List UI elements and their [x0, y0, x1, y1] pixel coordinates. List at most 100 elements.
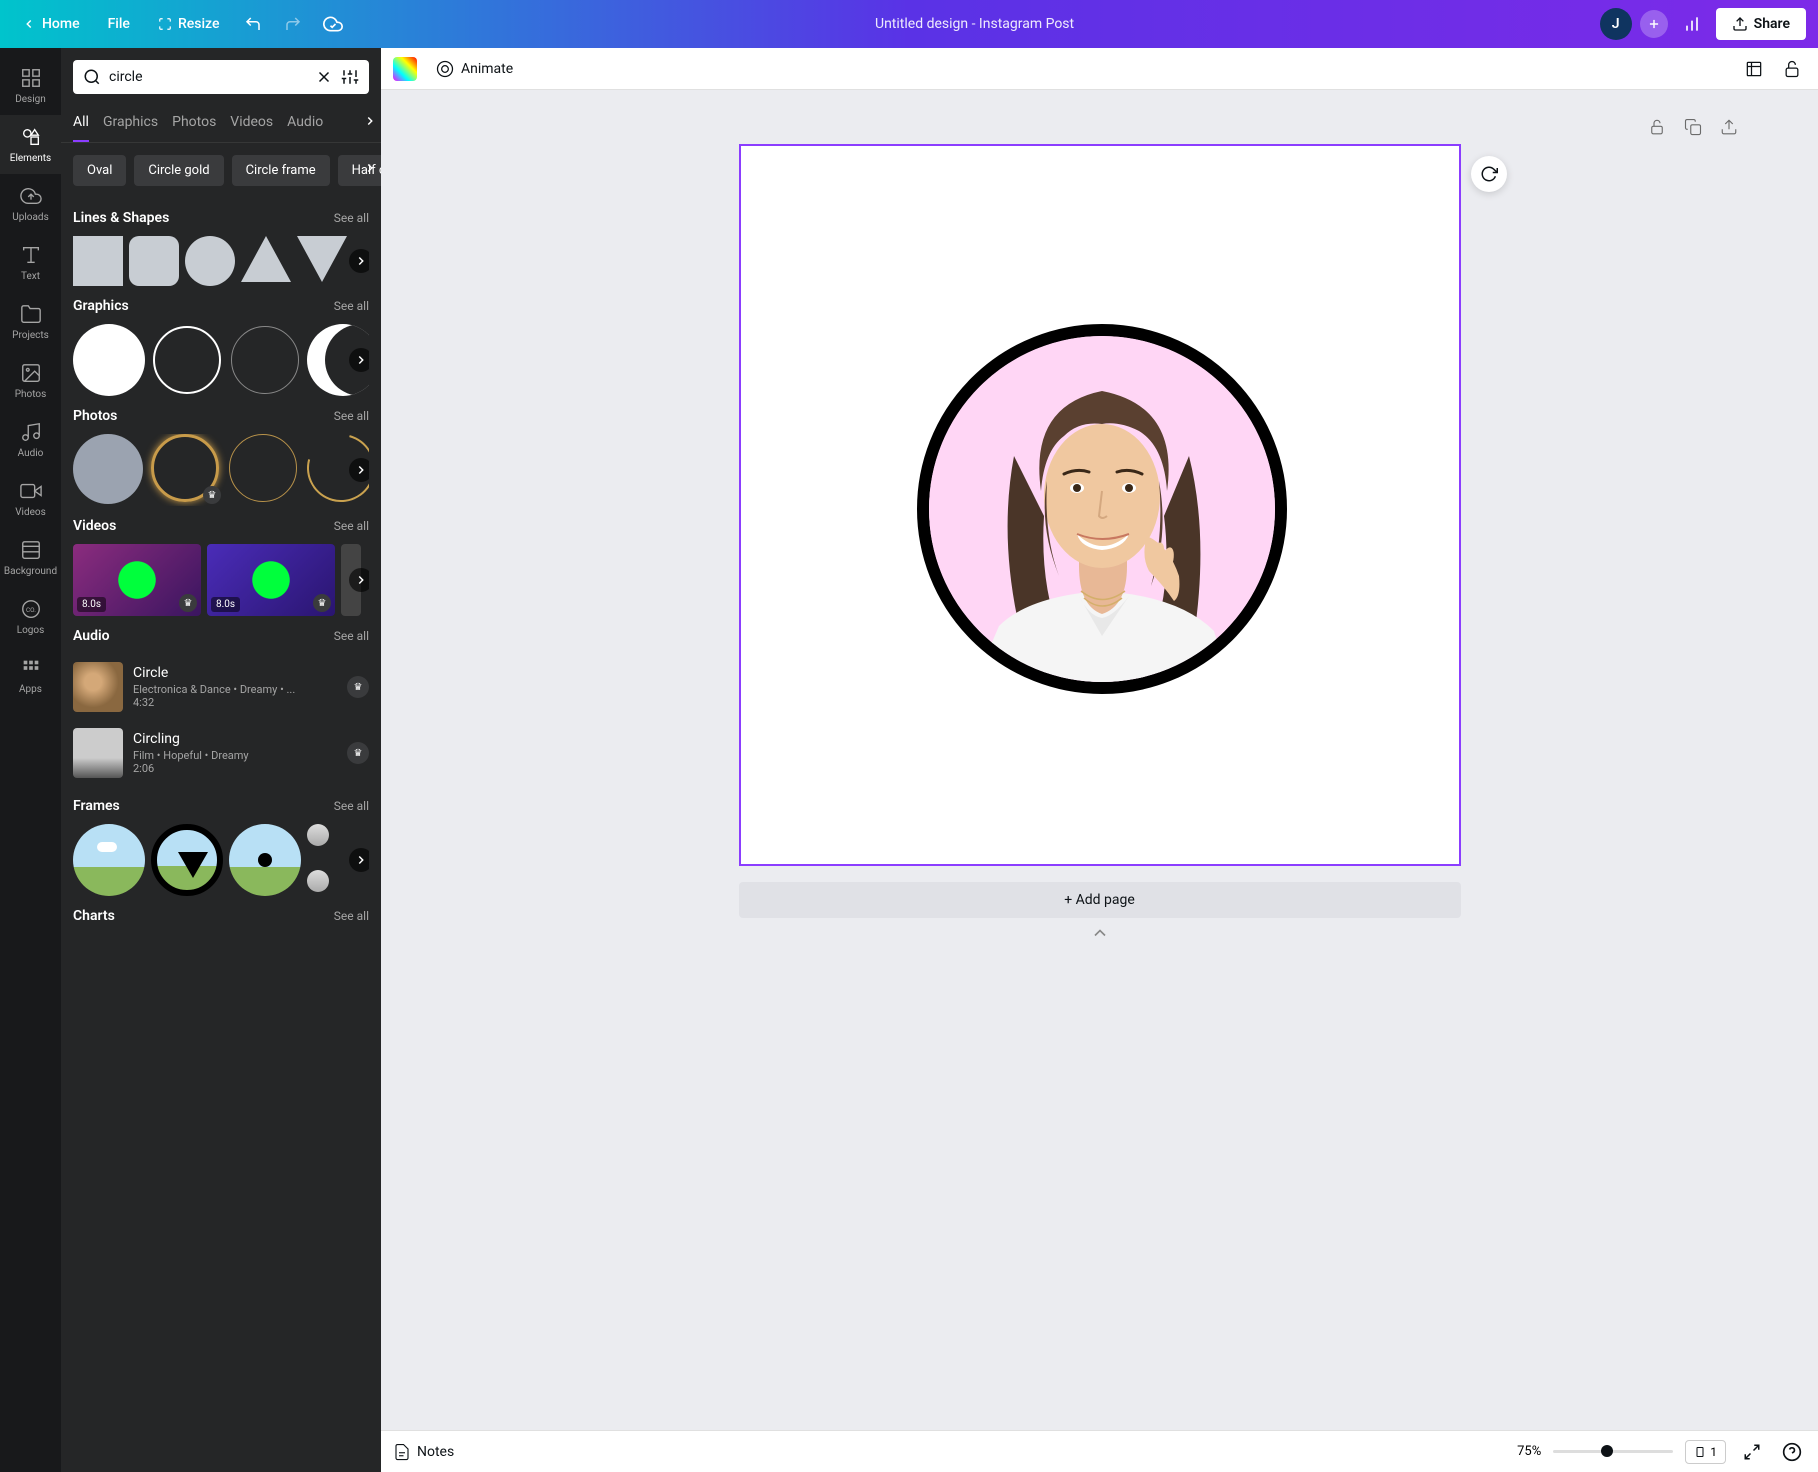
graphic-circle-thin[interactable] — [229, 324, 301, 396]
zoom-level[interactable]: 75% — [1517, 1444, 1541, 1459]
clear-search-button[interactable] — [315, 68, 333, 86]
rail-apps[interactable]: Apps — [0, 646, 61, 705]
zoom-slider[interactable] — [1553, 1450, 1673, 1453]
upload-icon — [1732, 16, 1748, 32]
tab-photos[interactable]: Photos — [172, 106, 216, 142]
search-input[interactable] — [109, 69, 307, 85]
rail-videos[interactable]: Videos — [0, 469, 61, 528]
audio-thumbnail — [73, 662, 123, 712]
frame-circle-landscape[interactable] — [73, 824, 145, 896]
page-count-value: 1 — [1710, 1445, 1717, 1459]
row-scroll-right[interactable] — [349, 568, 369, 592]
photo-paint-circle[interactable] — [73, 434, 145, 506]
notes-button[interactable]: Notes — [393, 1443, 454, 1461]
see-all-button[interactable]: See all — [334, 629, 369, 643]
tab-audio[interactable]: Audio — [287, 106, 323, 142]
rail-projects[interactable]: Projects — [0, 292, 61, 351]
rail-design[interactable]: Design — [0, 56, 61, 115]
see-all-button[interactable]: See all — [334, 519, 369, 533]
row-scroll-right[interactable] — [349, 249, 369, 273]
cloud-sync-button[interactable] — [317, 8, 349, 40]
animate-button[interactable]: Animate — [427, 53, 521, 85]
page-counter[interactable]: 1 — [1685, 1440, 1726, 1464]
x-icon — [315, 68, 333, 86]
analytics-button[interactable] — [1676, 8, 1708, 40]
add-page-button[interactable]: + Add page — [739, 882, 1461, 918]
rail-label: Design — [15, 94, 46, 105]
shape-circle[interactable] — [185, 236, 235, 286]
section-title: Videos — [73, 518, 116, 534]
audio-track[interactable]: Circle Electronica & Dance • Dreamy • ..… — [73, 654, 369, 720]
photo-gold-ring[interactable] — [229, 434, 301, 506]
chip-circle-gold[interactable]: Circle gold — [134, 155, 223, 186]
tab-all[interactable]: All — [73, 106, 89, 143]
canvas-circle-image[interactable] — [917, 324, 1287, 694]
see-all-button[interactable]: See all — [334, 211, 369, 225]
page-drawer-handle[interactable] — [1080, 928, 1120, 936]
file-menu[interactable]: File — [98, 10, 140, 38]
row-scroll-right[interactable] — [349, 848, 369, 872]
chevron-up-icon — [1090, 928, 1110, 938]
resize-button[interactable]: Resize — [148, 10, 230, 38]
canvas-viewport[interactable]: + Add page — [381, 90, 1818, 1430]
home-button[interactable]: Home — [12, 10, 90, 38]
zoom-thumb[interactable] — [1601, 1445, 1613, 1457]
audio-track[interactable]: Circling Film • Hopeful • Dreamy 2:06 ♛ — [73, 720, 369, 786]
video-thumbnail[interactable]: 8.0s ♛ — [207, 544, 335, 616]
rail-background[interactable]: Background — [0, 528, 61, 587]
graphic-circle-outline[interactable] — [151, 324, 223, 396]
redo-button[interactable] — [277, 8, 309, 40]
chip-circle-frame[interactable]: Circle frame — [232, 155, 330, 186]
section-title: Photos — [73, 408, 117, 424]
page-duplicate-button[interactable] — [1680, 114, 1706, 140]
chip-oval[interactable]: Oval — [73, 155, 126, 186]
frame-ring[interactable] — [151, 824, 223, 896]
see-all-button[interactable]: See all — [334, 799, 369, 813]
tab-videos[interactable]: Videos — [230, 106, 273, 142]
frame-circle-dot[interactable] — [229, 824, 301, 896]
shape-triangle-down[interactable] — [297, 236, 347, 282]
document-title[interactable]: Untitled design - Instagram Post — [875, 16, 1074, 32]
rail-uploads[interactable]: Uploads — [0, 174, 61, 233]
undo-button[interactable] — [237, 8, 269, 40]
rail-elements[interactable]: Elements — [0, 115, 61, 174]
tab-graphics[interactable]: Graphics — [103, 106, 158, 142]
video-thumbnail[interactable]: 8.0s ♛ — [73, 544, 201, 616]
shape-rounded-square[interactable] — [129, 236, 179, 286]
background-color-button[interactable] — [393, 57, 417, 81]
frame-bubbles[interactable] — [307, 824, 333, 896]
search-filter-button[interactable] — [341, 68, 359, 86]
shape-square[interactable] — [73, 236, 123, 286]
shape-triangle[interactable] — [241, 236, 291, 282]
premium-badge: ♛ — [179, 594, 197, 612]
page-export-button[interactable] — [1716, 114, 1742, 140]
user-avatar[interactable]: J — [1600, 8, 1632, 40]
canvas-page[interactable] — [739, 144, 1461, 866]
row-scroll-right[interactable] — [349, 458, 369, 482]
section-audio: Audio See all Circle Electronica & Dance… — [73, 628, 369, 786]
rail-photos[interactable]: Photos — [0, 351, 61, 410]
tabs-scroll-right[interactable] — [363, 114, 377, 128]
page-lock-button[interactable] — [1644, 114, 1670, 140]
see-all-button[interactable]: See all — [334, 299, 369, 313]
lock-open-icon — [1782, 59, 1802, 79]
rail-audio[interactable]: Audio — [0, 410, 61, 469]
rail-logos[interactable]: CO. Logos — [0, 587, 61, 646]
photo-icon — [20, 362, 42, 384]
see-all-button[interactable]: See all — [334, 909, 369, 923]
see-all-button[interactable]: See all — [334, 409, 369, 423]
elements-icon — [20, 126, 42, 148]
design-icon — [20, 67, 42, 89]
chips-scroll-right[interactable] — [363, 161, 377, 175]
lock-button[interactable] — [1778, 55, 1806, 83]
help-button[interactable] — [1778, 1438, 1806, 1466]
refresh-button[interactable] — [1471, 156, 1507, 192]
rail-text[interactable]: Text — [0, 233, 61, 292]
position-button[interactable] — [1740, 55, 1768, 83]
photo-sparkle-circle[interactable]: ♛ — [151, 434, 223, 506]
add-collaborator-button[interactable] — [1640, 10, 1668, 38]
graphic-circle-filled[interactable] — [73, 324, 145, 396]
row-scroll-right[interactable] — [349, 348, 369, 372]
share-button[interactable]: Share — [1716, 8, 1806, 40]
fullscreen-button[interactable] — [1738, 1438, 1766, 1466]
